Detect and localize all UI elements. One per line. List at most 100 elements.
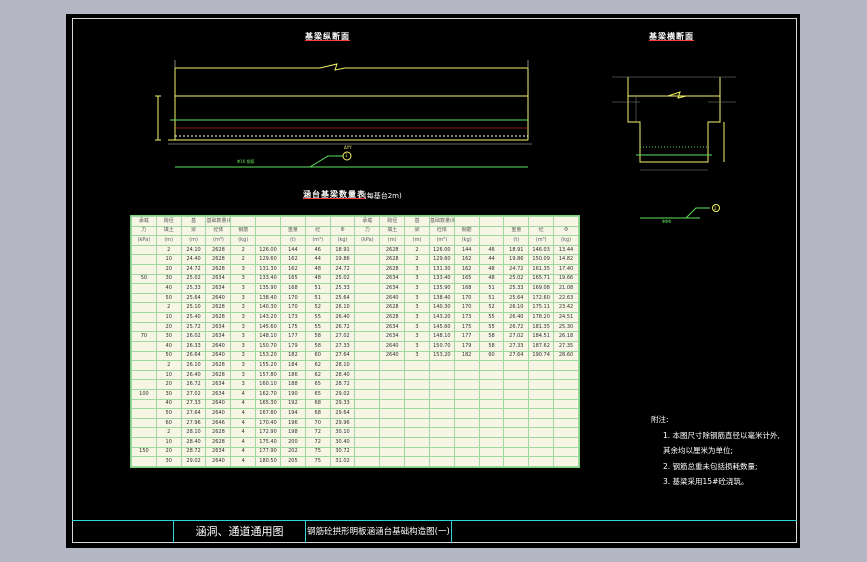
header-cell: [304, 216, 331, 227]
value-cell: 27.35: [553, 340, 579, 352]
value-cell: 65: [304, 388, 331, 400]
value-cell: 2640: [205, 292, 232, 304]
value-cell: 2634: [205, 331, 232, 342]
table-row: 70 30 26.02 2634 3 148.10 177 58 27.02 2634 3 148.1…: [131, 331, 579, 342]
project-name: 涵洞、通道通用图: [174, 521, 306, 543]
value-cell: 2634: [205, 321, 232, 333]
value-cell: [528, 398, 555, 410]
value-cell: 3: [230, 350, 257, 362]
value-cell: [503, 360, 530, 371]
value-cell: 25.30: [553, 321, 579, 333]
load-cell: [354, 446, 381, 458]
value-cell: 29.64: [329, 408, 356, 419]
value-cell: 180.50: [255, 456, 281, 467]
value-cell: 3: [404, 302, 430, 314]
value-cell: [453, 427, 480, 438]
value-cell: 3: [404, 331, 430, 342]
load-cell: [354, 331, 381, 342]
value-cell: 10: [155, 437, 182, 448]
load-cell: [131, 254, 157, 266]
value-cell: 60: [155, 417, 182, 429]
value-cell: 29.02: [180, 456, 207, 467]
header-cell: [478, 235, 505, 246]
value-cell: 192: [279, 398, 306, 410]
value-cell: 184.51: [528, 331, 555, 342]
value-cell: 165.30: [255, 398, 281, 410]
value-cell: 72: [304, 427, 331, 438]
value-cell: 23.42: [553, 302, 579, 314]
value-cell: 55: [304, 312, 331, 323]
value-cell: 181.35: [528, 321, 555, 333]
value-cell: 30: [155, 456, 182, 467]
value-cell: 2640: [205, 350, 232, 362]
cross-section-title: 基梁横断面: [649, 32, 694, 41]
table-row: 20 25.72 2634 3 145.60 175 55 26.72 2634 3 145.60 1…: [131, 321, 579, 333]
value-cell: 190: [279, 388, 306, 400]
value-cell: 2640: [205, 398, 232, 410]
value-cell: 2628: [379, 302, 406, 314]
drawing-name: 钢筋砼拱形明板涵涵台基础构造图(一): [306, 521, 452, 543]
load-cell: [131, 264, 157, 275]
value-cell: [478, 446, 505, 458]
value-cell: [478, 417, 505, 429]
value-cell: 48: [478, 264, 505, 275]
header-cell: 承载: [354, 216, 381, 227]
value-cell: 182: [453, 350, 480, 362]
load-cell: [131, 312, 157, 323]
value-cell: 24.72: [503, 264, 530, 275]
value-cell: 2628: [205, 312, 232, 323]
value-cell: [404, 388, 430, 400]
value-cell: 30: [155, 388, 182, 400]
value-cell: [428, 360, 455, 371]
value-cell: 198: [279, 427, 306, 438]
value-cell: 58: [304, 340, 331, 352]
value-cell: [478, 369, 505, 381]
value-cell: 24.40: [180, 254, 207, 266]
value-cell: [478, 427, 505, 438]
value-cell: 20: [155, 264, 182, 275]
header-cell: (m³): [528, 235, 555, 246]
table-row: 2 28.10 2628 4 172.90 198 72 30.10: [131, 427, 579, 438]
header-cell: 承载: [131, 216, 157, 227]
load-cell: [131, 437, 157, 448]
load-cell: [131, 292, 157, 304]
value-cell: 2640: [379, 340, 406, 352]
load-cell: [131, 408, 157, 419]
value-cell: [428, 398, 455, 410]
header-cell: (kg): [230, 235, 257, 246]
value-cell: 27.33: [180, 398, 207, 410]
value-cell: 24.72: [329, 264, 356, 275]
table-row: 100 30 27.02 2634 4 162.70 190 65 29.02: [131, 388, 579, 400]
table-row: 40 27.33 2640 4 165.30 192 68 29.33: [131, 398, 579, 410]
value-cell: [379, 360, 406, 371]
value-cell: 19.86: [329, 254, 356, 266]
table-row: 2 25.10 2628 3 140.30 170 52 26.10 2628 3 140.30 17…: [131, 302, 579, 314]
load-cell: [131, 360, 157, 371]
value-cell: 153.20: [428, 350, 455, 362]
value-cell: 145.60: [428, 321, 455, 333]
value-cell: [428, 379, 455, 390]
note-item: 1. 本图尺寸除钢筋直径以毫米计外,: [663, 430, 780, 440]
value-cell: 3: [404, 340, 430, 352]
value-cell: 27.33: [503, 340, 530, 352]
value-cell: [528, 408, 555, 419]
value-cell: 184: [279, 360, 306, 371]
value-cell: 4: [230, 388, 257, 400]
header-cell: 重量: [503, 225, 530, 237]
value-cell: 3: [404, 273, 430, 285]
header-cell: 砼: [304, 225, 331, 237]
load-cell: [131, 244, 157, 256]
load-cell: [354, 321, 381, 333]
value-cell: [553, 408, 579, 419]
value-cell: 2634: [379, 331, 406, 342]
value-cell: 28.40: [180, 437, 207, 448]
value-cell: 30: [155, 273, 182, 285]
table-row: 20 24.72 2628 3 131.30 162 48 24.72 2628 3 131.30 1…: [131, 264, 579, 275]
load-cell: [354, 312, 381, 323]
table-row: 50 27.64 2640 4 167.80 194 68 29.64: [131, 408, 579, 419]
value-cell: 3: [404, 312, 430, 323]
value-cell: 26.72: [503, 321, 530, 333]
value-cell: 48: [304, 264, 331, 275]
value-cell: 133.40: [255, 273, 281, 285]
value-cell: 2634: [205, 388, 232, 400]
